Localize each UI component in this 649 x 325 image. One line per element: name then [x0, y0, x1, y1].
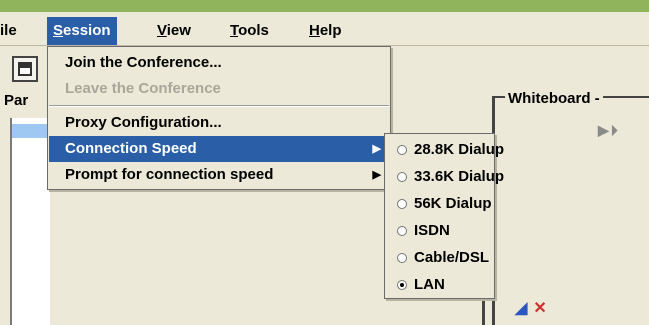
- menu-item-prompt-connection-speed[interactable]: Prompt for connection speed ▶: [49, 162, 389, 188]
- menu-file-label: ile: [0, 22, 17, 39]
- participants-panel-label: Par: [4, 92, 29, 109]
- session-menu: Join the Conference... Leave the Confere…: [47, 46, 391, 190]
- menu-file[interactable]: ile: [0, 17, 23, 45]
- menu-view[interactable]: View: [151, 17, 197, 45]
- speed-option-cable-dsl[interactable]: Cable/DSL: [386, 244, 493, 271]
- menu-session[interactable]: Session: [47, 17, 117, 45]
- whiteboard-title: Whiteboard -: [505, 90, 603, 107]
- speed-option-label: Cable/DSL: [414, 249, 490, 266]
- window-title-strip: [0, 0, 649, 12]
- connection-speed-submenu: 28.8K Dialup 33.6K Dialup 56K Dialup ISD…: [384, 133, 504, 299]
- clear-tool-icon[interactable]: ✕: [533, 300, 546, 317]
- menu-view-label: iew: [166, 22, 191, 39]
- menu-item-leave-conference: Leave the Conference: [49, 76, 389, 102]
- menu-help-mnemonic: H: [309, 22, 320, 39]
- speed-option-label: LAN: [414, 276, 445, 293]
- speed-option-label: 33.6K Dialup: [414, 168, 505, 185]
- speed-option-56k-dialup[interactable]: 56K Dialup: [386, 190, 493, 217]
- fill-tool-icon[interactable]: ◢: [515, 300, 527, 317]
- menu-view-mnemonic: V: [157, 22, 167, 39]
- radio-icon: [397, 172, 407, 182]
- speed-option-isdn[interactable]: ISDN: [386, 217, 493, 244]
- speed-option-lan[interactable]: LAN: [386, 271, 493, 298]
- window-icon: [18, 62, 32, 76]
- connection-speed-label: Connection Speed: [65, 140, 197, 157]
- menu-help-label: elp: [319, 22, 342, 39]
- speed-option-33-6k-dialup[interactable]: 33.6K Dialup: [386, 163, 504, 190]
- play-icon[interactable]: ▶: [598, 122, 611, 138]
- radio-selected-icon: [397, 280, 407, 290]
- toolbar-window-button[interactable]: [12, 56, 38, 82]
- menu-separator: [49, 105, 389, 107]
- menu-bar: ile Session View Tools Help: [0, 12, 649, 46]
- proxy-configuration-label: Proxy Configuration...: [65, 114, 222, 131]
- menu-item-proxy-configuration[interactable]: Proxy Configuration...: [49, 110, 389, 136]
- selected-list-item[interactable]: [12, 124, 52, 138]
- menu-help[interactable]: Help: [303, 17, 348, 45]
- whiteboard-frame: [492, 96, 649, 325]
- menu-session-mnemonic: S: [53, 22, 64, 39]
- submenu-arrow-icon: ▶: [372, 143, 381, 155]
- menu-tools[interactable]: Tools: [224, 17, 275, 45]
- radio-icon: [397, 199, 407, 209]
- prompt-connection-speed-label: Prompt for connection speed: [65, 166, 274, 183]
- menu-item-connection-speed[interactable]: Connection Speed ▶: [49, 136, 389, 162]
- whiteboard-tools: ◢ ✕: [515, 298, 547, 318]
- radio-icon: [397, 253, 407, 263]
- leave-conference-label: Leave the Conference: [65, 80, 221, 97]
- menu-tools-label: ools: [238, 22, 269, 39]
- menu-item-join-conference[interactable]: Join the Conference...: [49, 50, 389, 76]
- step-icon[interactable]: ⏵: [611, 122, 620, 138]
- playback-controls: ▶⏵: [598, 122, 620, 139]
- participants-list[interactable]: [10, 118, 52, 325]
- radio-icon: [397, 226, 407, 236]
- radio-icon: [397, 145, 407, 155]
- menu-session-label: ession: [63, 22, 111, 39]
- speed-option-label: 56K Dialup: [414, 195, 492, 212]
- speed-option-label: ISDN: [414, 222, 450, 239]
- speed-option-28-8k-dialup[interactable]: 28.8K Dialup: [386, 136, 504, 163]
- speed-option-label: 28.8K Dialup: [414, 141, 505, 158]
- submenu-arrow-icon: ▶: [372, 169, 381, 181]
- join-conference-label: Join the Conference...: [65, 54, 222, 71]
- menu-tools-mnemonic: T: [230, 22, 239, 39]
